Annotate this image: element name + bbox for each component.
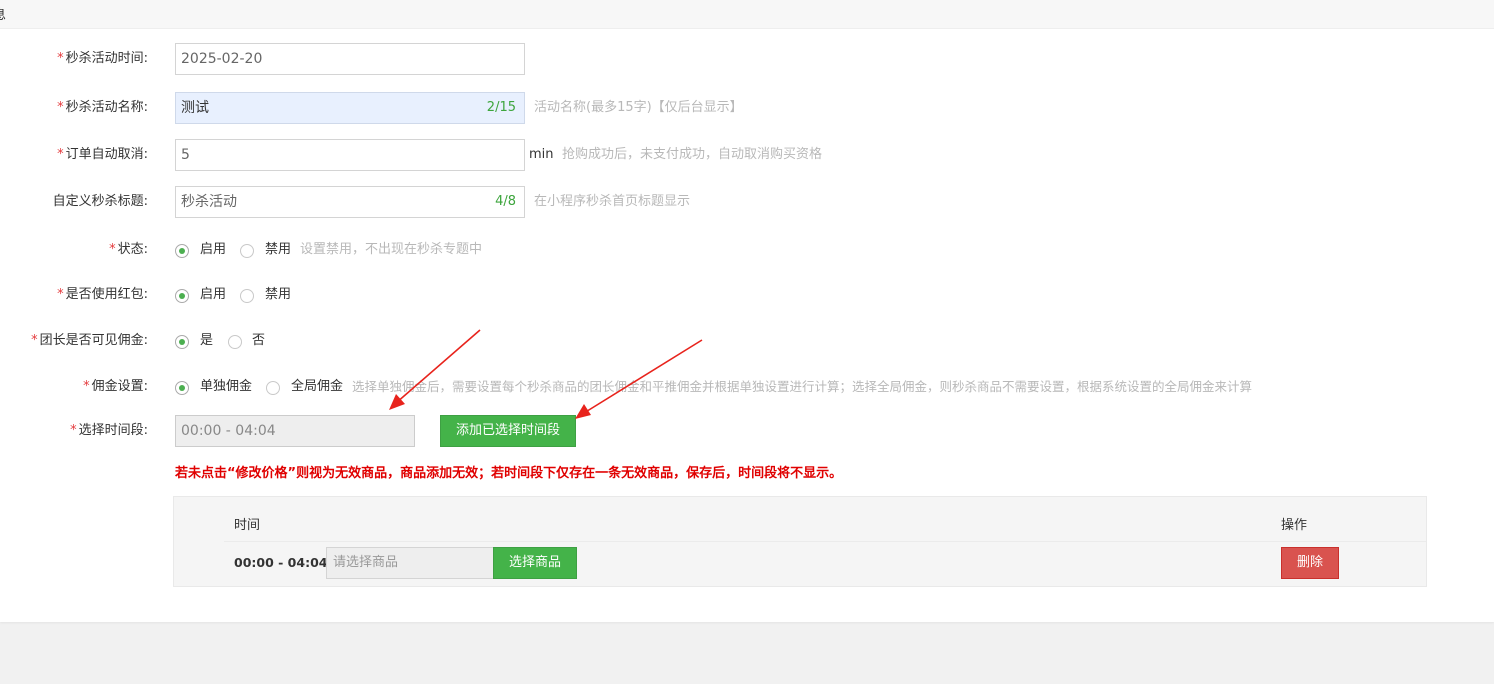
- table-divider: [224, 541, 1426, 542]
- activity-time-label: * 秒杀活动时间:: [57, 51, 148, 66]
- commission-visible-yes-label[interactable]: 是: [200, 325, 213, 357]
- custom-title-counter: 4/8: [495, 194, 516, 209]
- activity-name-hint: 活动名称(最多15字)【仅后台显示】: [534, 100, 743, 115]
- commission-visible-no-label[interactable]: 否: [252, 325, 265, 357]
- auto-cancel-input[interactable]: 5: [175, 139, 525, 171]
- commission-single-radio[interactable]: [175, 381, 189, 395]
- commission-global-label[interactable]: 全局佣金: [291, 371, 343, 403]
- delete-button[interactable]: 删除: [1281, 547, 1339, 579]
- commission-visible-yes-radio[interactable]: [175, 335, 189, 349]
- warning-text: 若未点击“修改价格”则视为无效商品，商品添加无效；若时间段下仅存在一条无效商品，…: [175, 466, 843, 481]
- commission-global-radio[interactable]: [266, 381, 280, 395]
- auto-cancel-label: * 订单自动取消:: [57, 147, 148, 162]
- custom-title-hint: 在小程序秒杀首页标题显示: [534, 194, 691, 209]
- activity-name-label: * 秒杀活动名称:: [57, 100, 148, 115]
- row-status: * 状态: 启用 禁用 设置禁用，不出现在秒杀专题中: [0, 234, 1494, 266]
- time-slot-table: 时间 操作 00:00 - 04:04 请选择商品 选择商品 删除: [173, 496, 1427, 587]
- row-activity-time: * 秒杀活动时间: 2025-02-20: [0, 43, 1494, 75]
- redpacket-disable-label[interactable]: 禁用: [265, 279, 291, 311]
- form-panel: 息 *秒杀活动时间: 2025-02-20 *秒杀活动名称: 测试 2/15 活…: [0, 0, 1494, 622]
- add-time-slot-button[interactable]: 添加已选择时间段: [440, 415, 576, 447]
- time-slot-label: * 选择时间段:: [70, 423, 148, 438]
- auto-cancel-unit: min: [529, 147, 554, 162]
- use-redpacket-label: * 是否使用红包:: [57, 287, 148, 302]
- activity-name-counter: 2/15: [486, 100, 516, 115]
- status-disable-label[interactable]: 禁用: [265, 234, 291, 266]
- panel-title: 息: [0, 4, 6, 23]
- commission-single-label[interactable]: 单独佣金: [200, 371, 252, 403]
- custom-title-input[interactable]: 秒杀活动 4/8: [175, 186, 525, 218]
- status-enable-label[interactable]: 启用: [200, 234, 226, 266]
- status-hint: 设置禁用，不出现在秒杀专题中: [300, 242, 483, 257]
- row-custom-title: 自定义秒杀标题: 秒杀活动 4/8 在小程序秒杀首页标题显示: [0, 186, 1494, 218]
- row-time-slot: * 选择时间段: 00:00 - 04:04 添加已选择时间段: [0, 415, 1494, 447]
- status-enable-radio[interactable]: [175, 244, 189, 258]
- row-leader-commission: * 团长是否可见佣金: 是 否: [0, 325, 1494, 357]
- row-activity-name: * 秒杀活动名称: 测试 2/15 活动名称(最多15字)【仅后台显示】: [0, 92, 1494, 124]
- commission-setting-hint: 选择单独佣金后，需要设置每个秒杀商品的团长佣金和平推佣金并根据单独设置进行计算；…: [352, 379, 1253, 394]
- col-time-header: 时间: [234, 518, 261, 533]
- panel-header: 息: [0, 0, 1494, 29]
- select-product-button[interactable]: 选择商品: [493, 547, 577, 579]
- table-row: 00:00 - 04:04 请选择商品 选择商品 删除: [174, 547, 1426, 579]
- product-select-input[interactable]: 请选择商品: [326, 547, 494, 579]
- auto-cancel-hint: 抢购成功后，未支付成功，自动取消购买资格: [562, 147, 823, 162]
- row-time: 00:00 - 04:04: [234, 555, 328, 570]
- row-commission-setting: * 佣金设置: 单独佣金 全局佣金 选择单独佣金后，需要设置每个秒杀商品的团长佣金…: [0, 371, 1494, 403]
- time-slot-input[interactable]: 00:00 - 04:04: [175, 415, 415, 447]
- redpacket-disable-radio[interactable]: [240, 289, 254, 303]
- status-label: * 状态:: [109, 242, 148, 257]
- leader-commission-label: * 团长是否可见佣金:: [31, 333, 148, 348]
- row-use-redpacket: * 是否使用红包: 启用 禁用: [0, 279, 1494, 311]
- activity-name-input[interactable]: 测试 2/15: [175, 92, 525, 124]
- col-action-header: 操作: [1281, 518, 1308, 533]
- row-auto-cancel: * 订单自动取消: 5 min 抢购成功后，未支付成功，自动取消购买资格: [0, 139, 1494, 171]
- redpacket-enable-label[interactable]: 启用: [200, 279, 226, 311]
- redpacket-enable-radio[interactable]: [175, 289, 189, 303]
- activity-time-input[interactable]: 2025-02-20: [175, 43, 525, 75]
- custom-title-label: 自定义秒杀标题:: [52, 194, 148, 209]
- commission-visible-no-radio[interactable]: [228, 335, 242, 349]
- status-disable-radio[interactable]: [240, 244, 254, 258]
- commission-setting-label: * 佣金设置:: [83, 379, 148, 394]
